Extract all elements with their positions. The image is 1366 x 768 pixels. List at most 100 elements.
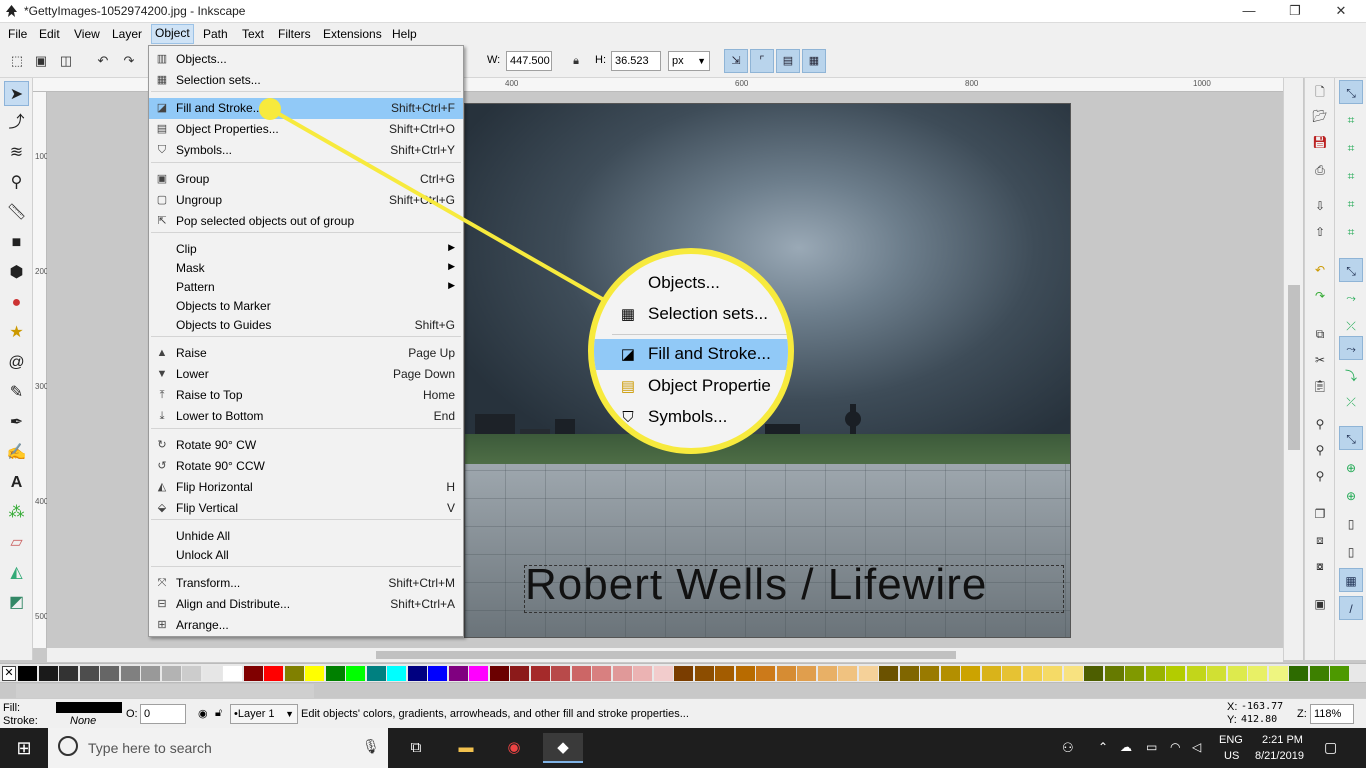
- height-field[interactable]: 36.523: [611, 51, 661, 71]
- horizontal-scrollbar[interactable]: [47, 648, 1283, 662]
- object-menu-item[interactable]: Mask ▶: [149, 258, 463, 279]
- color-swatch[interactable]: [38, 666, 58, 681]
- snap-bbox-edges-icon[interactable]: ⌗: [1339, 136, 1363, 160]
- transform-patterns-toggle[interactable]: ▦: [802, 49, 826, 73]
- language-bottom[interactable]: US: [1224, 750, 1239, 762]
- selector-tool-icon[interactable]: ➤: [4, 81, 29, 106]
- scale-corners-toggle[interactable]: ⌜: [750, 49, 774, 73]
- snap-page-border-icon[interactable]: ▯: [1339, 540, 1363, 564]
- color-swatch[interactable]: [1268, 666, 1288, 681]
- menu-text[interactable]: Text: [239, 26, 267, 44]
- vertical-scroll-thumb[interactable]: [1288, 285, 1300, 450]
- file-explorer-icon[interactable]: ▬: [446, 733, 486, 763]
- chrome-icon[interactable]: ◉: [494, 733, 534, 763]
- object-menu-item[interactable]: ▤ Object Properties... Shift+Ctrl+O: [149, 119, 463, 140]
- maximize-button[interactable]: ❐: [1272, 0, 1318, 23]
- paint-bucket-tool-icon[interactable]: ◭: [4, 560, 29, 585]
- task-view-icon[interactable]: ⧉: [396, 733, 436, 763]
- color-swatch[interactable]: [899, 666, 919, 681]
- color-swatch[interactable]: [346, 666, 365, 681]
- color-swatch[interactable]: [1207, 666, 1226, 681]
- layer-select[interactable]: •Layer 1 ▼: [230, 704, 298, 724]
- color-swatch[interactable]: [653, 666, 673, 681]
- new-document-icon[interactable]: 🗋: [1310, 82, 1330, 102]
- chevron-up-icon[interactable]: ⌃: [1098, 740, 1108, 754]
- color-swatch[interactable]: [305, 666, 324, 681]
- snap-page-icon[interactable]: ▯: [1339, 512, 1363, 536]
- menu-path[interactable]: Path: [200, 26, 231, 44]
- color-swatch[interactable]: [530, 666, 550, 681]
- color-swatch[interactable]: [981, 666, 1001, 681]
- object-menu-item[interactable]: ↺ Rotate 90° CCW: [149, 456, 463, 477]
- color-swatch[interactable]: [469, 666, 488, 681]
- color-swatch[interactable]: [633, 666, 652, 681]
- color-swatch[interactable]: [1289, 666, 1308, 681]
- fill-swatch[interactable]: [56, 702, 122, 713]
- wifi-icon[interactable]: ◠: [1170, 740, 1180, 754]
- object-menu-item[interactable]: Unlock All: [149, 545, 463, 566]
- minimize-button[interactable]: —: [1226, 0, 1272, 23]
- color-swatch[interactable]: [1309, 666, 1329, 681]
- color-swatch[interactable]: [879, 666, 898, 681]
- color-swatch[interactable]: [223, 666, 242, 681]
- unit-select[interactable]: px ▼: [668, 51, 710, 71]
- color-swatch[interactable]: [18, 666, 37, 681]
- lock-icon[interactable]: 🔒︎: [565, 50, 587, 72]
- object-menu-item[interactable]: Clip ▶: [149, 239, 463, 260]
- object-menu-item[interactable]: ⬙ Flip Vertical V: [149, 498, 463, 519]
- color-swatch[interactable]: [59, 666, 78, 681]
- paste-icon[interactable]: 📋︎: [1310, 376, 1330, 396]
- print-icon[interactable]: ⎙: [1310, 160, 1330, 180]
- object-menu-item[interactable]: ⤧ Transform... Shift+Ctrl+M: [149, 573, 463, 594]
- clock-date[interactable]: 8/21/2019: [1255, 750, 1304, 762]
- color-swatch[interactable]: [284, 666, 304, 681]
- notifications-icon[interactable]: ▢: [1324, 739, 1337, 756]
- menu-edit[interactable]: Edit: [36, 26, 63, 44]
- color-swatch[interactable]: [1186, 666, 1206, 681]
- pencil-tool-icon[interactable]: ✎: [4, 380, 29, 405]
- color-swatch[interactable]: [1063, 666, 1083, 681]
- snap-text-icon[interactable]: ⊕: [1339, 484, 1363, 508]
- clock-time[interactable]: 2:21 PM: [1262, 734, 1303, 746]
- deselect-icon[interactable]: ◫: [55, 50, 77, 72]
- snap-bbox-icon[interactable]: ⌗: [1339, 108, 1363, 132]
- color-swatch[interactable]: [551, 666, 570, 681]
- rotate-cw-tool-icon[interactable]: ↷: [118, 50, 140, 72]
- snap-toggle-icon[interactable]: ⤡: [1339, 80, 1363, 104]
- spray-tool-icon[interactable]: ⁂: [4, 500, 29, 525]
- snap-intersections-icon[interactable]: ⤫: [1339, 314, 1363, 338]
- duplicate-icon[interactable]: ❐: [1310, 504, 1330, 524]
- color-swatch[interactable]: [1330, 666, 1349, 681]
- node-tool-icon[interactable]: ⤴: [4, 110, 29, 135]
- color-swatch[interactable]: [715, 666, 734, 681]
- color-swatch[interactable]: [674, 666, 693, 681]
- color-swatch[interactable]: [1227, 666, 1247, 681]
- scale-stroke-toggle[interactable]: ⇲: [724, 49, 748, 73]
- object-menu-item[interactable]: ⊟ Align and Distribute... Shift+Ctrl+A: [149, 594, 463, 615]
- object-menu-item[interactable]: ▦ Selection sets...: [149, 70, 463, 91]
- object-menu-item[interactable]: ⤓ Lower to Bottom End: [149, 406, 463, 427]
- color-swatch[interactable]: [182, 666, 201, 681]
- color-swatch[interactable]: [1248, 666, 1267, 681]
- import-icon[interactable]: ⇩: [1310, 196, 1330, 216]
- color-swatch[interactable]: [735, 666, 755, 681]
- eraser-tool-icon[interactable]: ▱: [4, 530, 29, 555]
- color-swatch[interactable]: [448, 666, 468, 681]
- zoom-tool-icon[interactable]: ⚲: [4, 170, 29, 195]
- object-menu-item[interactable]: ⊞ Arrange...: [149, 615, 463, 636]
- snap-nodes-icon[interactable]: ⤡: [1339, 258, 1363, 282]
- color-swatch[interactable]: [858, 666, 878, 681]
- color-swatch[interactable]: [1125, 666, 1144, 681]
- menu-extensions[interactable]: Extensions: [320, 26, 385, 44]
- snap-objects-icon[interactable]: ⤡: [1339, 426, 1363, 450]
- object-menu-item[interactable]: ▢ Ungroup Shift+Ctrl+G: [149, 190, 463, 211]
- ellipse-tool-icon[interactable]: ●: [4, 290, 29, 315]
- no-paint-swatch[interactable]: ✕: [2, 666, 16, 681]
- color-swatch[interactable]: [120, 666, 140, 681]
- color-swatch[interactable]: [797, 666, 816, 681]
- menu-filters[interactable]: Filters: [275, 26, 314, 44]
- snap-bbox-corners-icon[interactable]: ⌗: [1339, 164, 1363, 188]
- spiral-tool-icon[interactable]: @: [4, 350, 29, 375]
- color-swatch[interactable]: [1043, 666, 1062, 681]
- color-swatch[interactable]: [571, 666, 591, 681]
